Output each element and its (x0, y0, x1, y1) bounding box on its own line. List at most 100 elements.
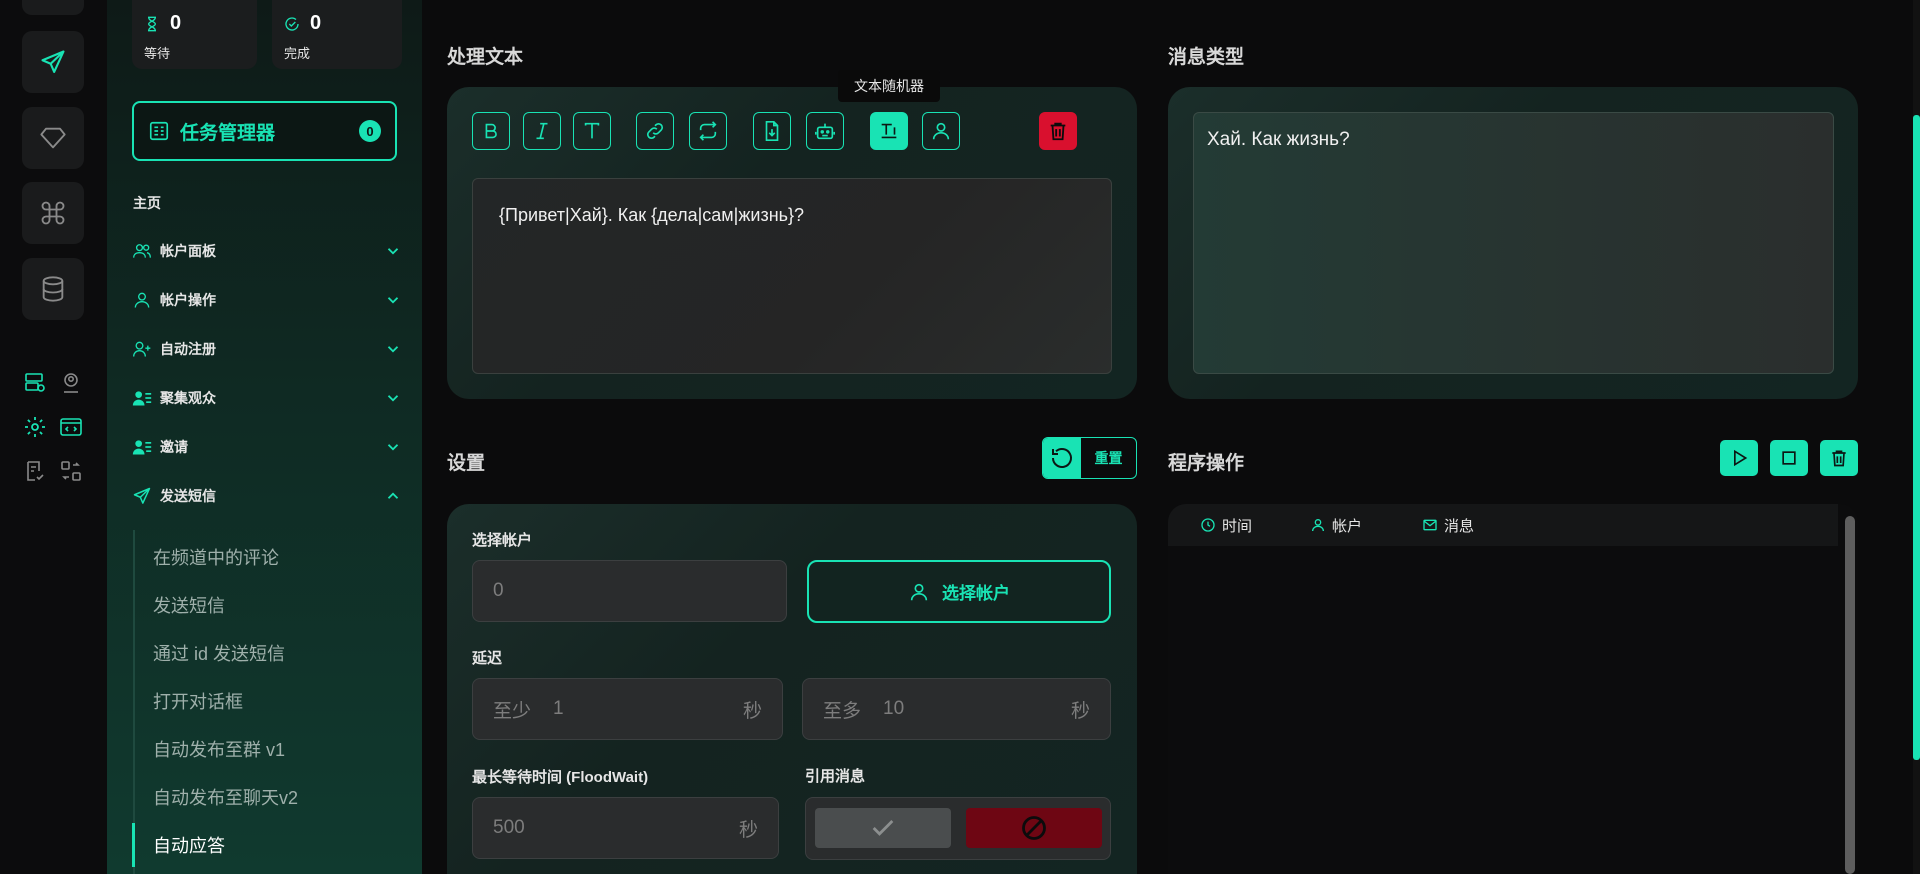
sidebar-item-auto-register[interactable]: 自动注册 (132, 334, 402, 364)
clock-icon (1201, 518, 1215, 532)
delay-min-field[interactable]: 至少 1 秒 (472, 678, 783, 740)
quote-toggle (805, 797, 1111, 860)
home-link[interactable]: 主页 (133, 193, 161, 213)
column-time-label: 时间 (1222, 517, 1253, 535)
file-import-button[interactable] (753, 112, 791, 150)
column-account[interactable]: 帐户 (1310, 515, 1422, 536)
active-indicator (132, 823, 135, 867)
floodwait-value: 500 (493, 817, 525, 838)
link-icon (646, 122, 664, 140)
task-manager-button[interactable]: 任务管理器 0 (132, 101, 397, 161)
submenu-item[interactable]: 通过 id 发送短信 (153, 640, 285, 666)
program-ops-title: 程序操作 (1168, 453, 1245, 474)
sidebar-item-send-sms[interactable]: 发送短信 (132, 481, 402, 511)
sidebar-item-label: 发送短信 (160, 488, 216, 504)
text-icon (584, 122, 600, 139)
hourglass-icon (147, 16, 157, 31)
rail-command-button[interactable] (22, 182, 84, 244)
submenu-item[interactable]: 打开对话框 (153, 688, 243, 714)
column-message[interactable]: 消息 (1422, 515, 1474, 536)
mail-icon (1423, 519, 1437, 531)
select-account-button[interactable]: 选择帐户 (807, 560, 1111, 623)
server-settings-button[interactable] (21, 369, 49, 397)
settings-title: 设置 (447, 453, 486, 474)
sidebar-item-account-ops[interactable]: 帐户操作 (132, 285, 402, 315)
delay-max-prefix: 至多 (823, 700, 862, 722)
sidebar-item-gather-audience[interactable]: 聚集观众 (132, 383, 402, 413)
column-time[interactable]: 时间 (1200, 515, 1310, 536)
submenu-item[interactable]: 自动发布至聊天v2 (153, 784, 298, 810)
command-icon (41, 201, 65, 225)
bold-icon (485, 123, 497, 139)
quote-yes-option[interactable] (815, 808, 951, 848)
log-scrollbar[interactable] (1845, 516, 1855, 874)
user-icon (1312, 519, 1324, 532)
link-button[interactable] (636, 112, 674, 150)
floodwait-field[interactable]: 500 秒 (472, 797, 779, 859)
repeat-button[interactable] (689, 112, 727, 150)
trash-icon (1050, 122, 1066, 141)
rail-database-button[interactable] (22, 258, 84, 320)
repeat-icon (699, 121, 717, 141)
transfer-button[interactable] (57, 457, 85, 485)
account-count-value: 0 (493, 580, 504, 601)
task-count-badge: 0 (359, 120, 381, 142)
clear-log-button[interactable] (1820, 440, 1858, 476)
reset-label: 重置 (1094, 450, 1123, 466)
sidebar-item-account-panel[interactable]: 帐户面板 (132, 236, 402, 266)
text-button[interactable] (573, 112, 611, 150)
rail-top-button[interactable] (22, 0, 84, 15)
user-plus-icon (133, 341, 151, 357)
database-icon (42, 276, 64, 302)
submenu-item[interactable]: 自动发布至群 v1 (153, 736, 285, 762)
user-icon (932, 122, 950, 140)
stat-waiting: 0 等待 (132, 0, 257, 69)
select-account-label: 选择帐户 (472, 532, 533, 549)
delete-text-button[interactable] (1039, 112, 1077, 150)
play-button[interactable] (1720, 440, 1758, 476)
quote-no-option[interactable] (966, 808, 1102, 848)
code-window-button[interactable] (57, 413, 85, 441)
stop-button[interactable] (1770, 440, 1808, 476)
stat-done: 0 完成 (272, 0, 402, 69)
reset-button[interactable]: 重置 (1042, 437, 1137, 479)
italic-button[interactable] (523, 112, 561, 150)
bold-button[interactable] (472, 112, 510, 150)
text-randomizer-button[interactable] (870, 112, 908, 150)
sidebar-item-invite[interactable]: 邀请 (132, 432, 402, 462)
user-insert-button[interactable] (922, 112, 960, 150)
sidebar-item-label: 聚集观众 (160, 390, 216, 406)
checklist-button[interactable] (21, 457, 49, 485)
user-list-icon (132, 440, 152, 455)
robot-button[interactable] (806, 112, 844, 150)
sidebar-item-label: 帐户面板 (160, 243, 216, 259)
delay-min-value: 1 (553, 698, 564, 719)
user-list-icon (132, 391, 152, 406)
delay-max-field[interactable]: 至多 10 秒 (802, 678, 1111, 740)
delay-max-unit: 秒 (1070, 700, 1090, 722)
users-icon (133, 244, 151, 258)
rail-send-button[interactable] (22, 31, 84, 93)
submenu-item-active[interactable]: 自动应答 (153, 832, 225, 858)
check-circle-icon (285, 16, 299, 31)
message-type-title: 消息类型 (1168, 47, 1245, 68)
check-icon (872, 820, 894, 836)
delay-min-unit: 秒 (742, 700, 762, 722)
submenu-item[interactable]: 发送短信 (153, 592, 225, 618)
text-editor[interactable]: {Привет|Хай}. Как {дела|сам|жизнь}? (472, 178, 1112, 374)
italic-icon (536, 122, 548, 140)
chevron-down-icon (387, 248, 399, 255)
page-scrollbar-thumb[interactable] (1913, 115, 1920, 760)
select-account-button-label: 选择帐户 (942, 584, 1010, 603)
sidebar: 0 等待 0 完成 任务管理器 0 主页 帐户面板 帐户操作 自动注册 聚集观众… (107, 0, 422, 874)
account-count-field[interactable]: 0 (472, 560, 787, 622)
checklist-icon (27, 461, 44, 481)
task-manager-label: 任务管理器 (180, 122, 276, 144)
settings-button[interactable] (21, 413, 49, 441)
rail-diamond-button[interactable] (22, 107, 84, 169)
diamond-icon (40, 127, 66, 149)
submenu-item[interactable]: 在频道中的评论 (153, 544, 279, 570)
process-text-title: 处理文本 (447, 47, 524, 68)
user-circle-button[interactable] (57, 369, 85, 397)
chevron-up-icon (387, 492, 399, 499)
